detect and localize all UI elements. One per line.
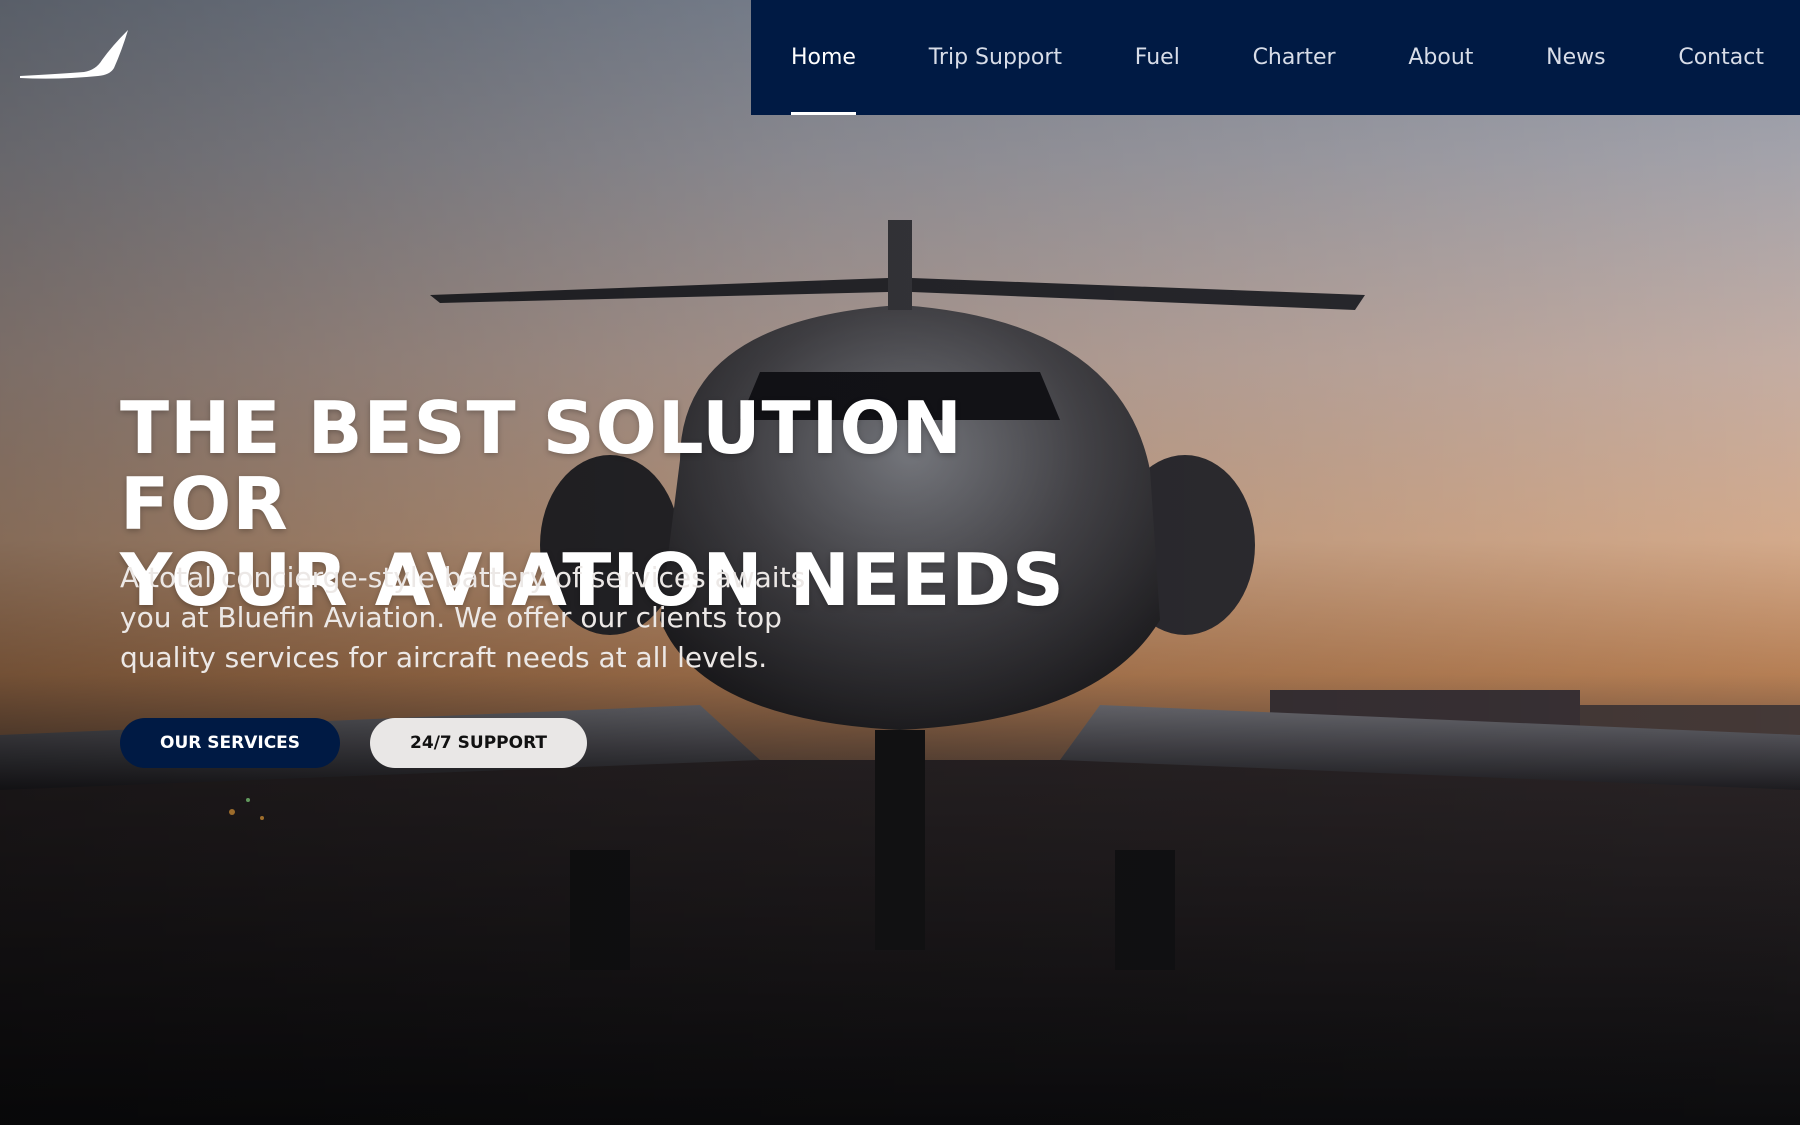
- support-button[interactable]: 24/7 SUPPORT: [370, 718, 587, 768]
- home-page: Home Trip Support Fuel Charter About New…: [0, 0, 1800, 1125]
- nav-item-charter[interactable]: Charter: [1253, 0, 1336, 115]
- hero-buttons: OUR SERVICES 24/7 SUPPORT: [120, 718, 587, 768]
- nav-item-contact[interactable]: Contact: [1678, 0, 1764, 115]
- nav-item-home[interactable]: Home: [791, 0, 856, 115]
- hero-description: A total concierge-style battery of servi…: [120, 561, 806, 674]
- bird-wing-logo-icon[interactable]: [18, 26, 128, 84]
- nav-item-trip-support[interactable]: Trip Support: [929, 0, 1062, 115]
- nav-item-about[interactable]: About: [1408, 0, 1473, 115]
- our-services-button[interactable]: OUR SERVICES: [120, 718, 341, 768]
- nav-item-fuel[interactable]: Fuel: [1135, 0, 1180, 115]
- hero-headline-line-1: THE BEST SOLUTION FOR: [120, 386, 963, 546]
- nav-item-news[interactable]: News: [1546, 0, 1605, 115]
- main-navigation: Home Trip Support Fuel Charter About New…: [751, 0, 1800, 115]
